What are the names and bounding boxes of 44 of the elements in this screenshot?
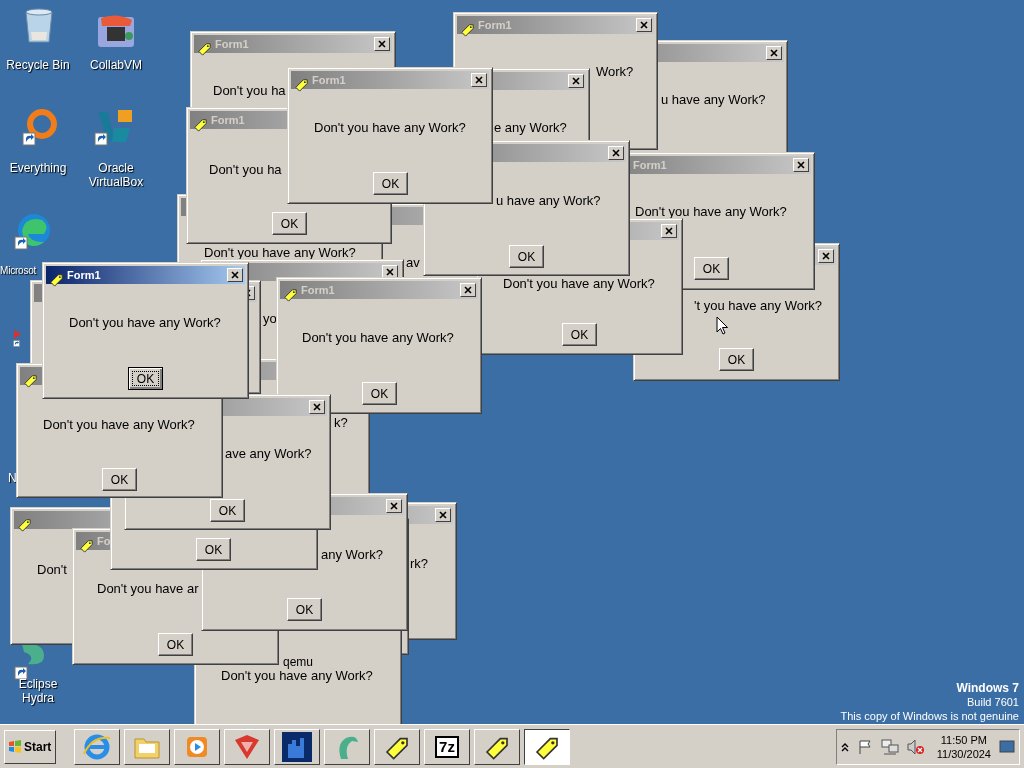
message-text: Don't you have any Work? [221, 669, 373, 683]
message-text: u have any Work? [496, 194, 601, 208]
message-text: Don't you ha [209, 163, 282, 177]
icon-label: Oracle VirtualBox [87, 161, 145, 189]
icon-label: N [8, 471, 17, 485]
message-text: Don't you have any Work? [204, 246, 356, 260]
icon-label: Recycle Bin [5, 58, 71, 72]
message-text: Work? [596, 65, 634, 79]
message-text: Don't you have ar [97, 582, 199, 596]
window-title: Form1 [67, 268, 101, 282]
os-edition: Windows 7 [955, 681, 1019, 695]
window-title: Form1 [301, 283, 335, 297]
build-number: Build 7601 [966, 695, 1019, 709]
icon-label: Everything [8, 161, 68, 175]
window-title: Form1 [211, 113, 245, 127]
message-text: any Work? [321, 548, 383, 562]
message-text: e any Work? [494, 121, 567, 135]
clock-date: 11/30/2024 [936, 746, 991, 761]
window-title: Fo [97, 534, 111, 548]
message-text: Don't you ha [213, 84, 286, 98]
genuine-notice: This copy of Windows is not genuine [840, 709, 1019, 723]
message-text: 't you have any Work? [694, 299, 822, 313]
message-text: Don't you have any Work? [503, 277, 655, 291]
message-text: rk? [410, 557, 429, 571]
message-text: Don't [37, 563, 67, 577]
message-text: ave any Work? [225, 447, 312, 461]
icon-label: Eclipse Hydra [17, 677, 59, 705]
message-text: Don't you have any Work? [43, 418, 195, 432]
message-text: Don't you have any Work? [302, 331, 454, 345]
message-text: Don't you have any Work? [69, 316, 221, 330]
clock-time: 11:50 PM [939, 732, 988, 747]
icon-label: qemu [283, 656, 314, 669]
message-text: Don't you have any Work? [314, 121, 466, 135]
message-text: yo [263, 312, 277, 326]
window-title: Form1 [312, 73, 346, 87]
window-title: Form1 [215, 37, 249, 51]
message-text: k? [334, 416, 348, 430]
icon-label: Microsot [0, 264, 37, 278]
message-text: av [406, 256, 420, 270]
message-text: Don't you have any Work? [635, 205, 787, 219]
message-text: u have any Work? [661, 93, 766, 107]
window-title: Form1 [478, 18, 512, 32]
window-title: Form1 [633, 158, 667, 172]
icon-label: CollabVM [89, 58, 143, 72]
